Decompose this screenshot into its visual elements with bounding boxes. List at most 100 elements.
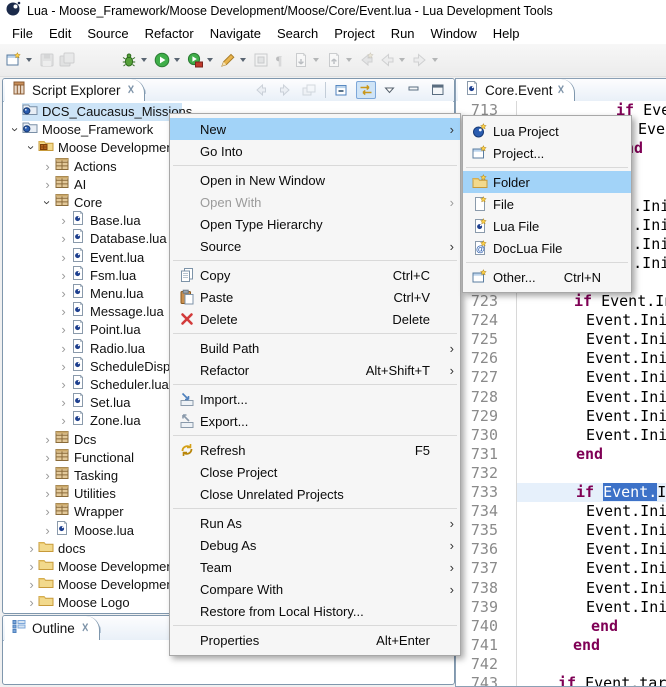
chevron-collapsed-icon[interactable]: › [41, 523, 54, 538]
menu-project[interactable]: Project [326, 24, 382, 43]
tree-item-label: Wrapper [74, 504, 124, 519]
chevron-collapsed-icon[interactable]: › [41, 468, 54, 483]
tab-script-explorer[interactable]: Script Explorer ☓ [5, 79, 145, 101]
context-menu-item-import[interactable]: Import... [170, 388, 460, 410]
import-icon [179, 391, 195, 407]
context-menu-item-team[interactable]: Team› [170, 556, 460, 578]
context-menu-item-run-as[interactable]: Run As› [170, 512, 460, 534]
chevron-collapsed-icon[interactable]: › [41, 177, 54, 192]
chevron-collapsed-icon[interactable]: › [57, 395, 70, 410]
luafile-icon [70, 356, 86, 372]
code-text: Event.IniCategory = Event.IniDCSUnit:get… [586, 598, 666, 617]
context-menu-item-go-into[interactable]: Go Into [170, 140, 460, 162]
view-menu-button[interactable] [380, 81, 400, 99]
pen-tool-button[interactable] [218, 48, 251, 72]
menu-run[interactable]: Run [383, 24, 423, 43]
debug-button[interactable] [119, 48, 152, 72]
chevron-collapsed-icon[interactable]: › [57, 213, 70, 228]
close-icon[interactable]: ☓ [128, 82, 135, 98]
menu-item-shortcut: Delete [392, 312, 430, 327]
menu-file[interactable]: File [4, 24, 41, 43]
maximize-button[interactable] [428, 81, 448, 99]
menu-edit[interactable]: Edit [41, 24, 79, 43]
external-tools-dropdown-icon[interactable] [207, 58, 213, 62]
context-menu-item-close-project[interactable]: Close Project [170, 461, 460, 483]
chevron-collapsed-icon[interactable]: › [25, 595, 38, 610]
new-submenu-item-other[interactable]: Other...Ctrl+N [463, 266, 631, 288]
context-menu-item-compare-with[interactable]: Compare With› [170, 578, 460, 600]
back-dropdown-icon[interactable] [399, 58, 405, 62]
run-dropdown-icon[interactable] [174, 58, 180, 62]
chevron-collapsed-icon[interactable]: › [57, 304, 70, 319]
new-wizard-button[interactable] [4, 48, 37, 72]
chevron-collapsed-icon[interactable]: › [57, 377, 70, 392]
context-menu-item-properties[interactable]: PropertiesAlt+Enter [170, 629, 460, 651]
chevron-collapsed-icon[interactable]: › [25, 559, 38, 574]
chevron-expanded-icon[interactable]: › [40, 196, 55, 209]
context-menu-item-open-type-hierarchy[interactable]: Open Type Hierarchy [170, 213, 460, 235]
chevron-collapsed-icon[interactable]: › [41, 504, 54, 519]
new-submenu-item-project[interactable]: Project... [463, 142, 631, 164]
forward-dropdown-icon[interactable] [432, 58, 438, 62]
context-menu-item-export[interactable]: Export... [170, 410, 460, 432]
debug-dropdown-icon[interactable] [141, 58, 147, 62]
tab-core-event[interactable]: Core.Event ☓ [458, 79, 575, 101]
menu-help[interactable]: Help [485, 24, 528, 43]
chevron-collapsed-icon[interactable]: › [41, 159, 54, 174]
chevron-collapsed-icon[interactable]: › [57, 322, 70, 337]
context-menu-item-delete[interactable]: DeleteDelete [170, 308, 460, 330]
context-menu-item-source[interactable]: Source› [170, 235, 460, 257]
pen-tool-dropdown-icon[interactable] [240, 58, 246, 62]
chevron-expanded-icon[interactable]: › [24, 141, 39, 154]
context-menu-item-paste[interactable]: PasteCtrl+V [170, 286, 460, 308]
new-submenu-item-folder[interactable]: Folder [463, 171, 631, 193]
context-menu-item-copy[interactable]: CopyCtrl+C [170, 264, 460, 286]
menu-separator [173, 625, 457, 626]
menu-search[interactable]: Search [269, 24, 326, 43]
chevron-expanded-icon[interactable]: › [8, 123, 23, 136]
link-with-editor-button[interactable] [356, 81, 376, 99]
chevron-collapsed-icon[interactable]: › [57, 250, 70, 265]
menu-navigate[interactable]: Navigate [202, 24, 269, 43]
menu-refactor[interactable]: Refactor [137, 24, 202, 43]
close-icon[interactable]: ☓ [82, 620, 89, 636]
context-menu-item-build-path[interactable]: Build Path› [170, 337, 460, 359]
new-submenu-item-file[interactable]: File [463, 193, 631, 215]
collapse-all-button[interactable] [332, 81, 352, 99]
minimize-button[interactable] [404, 81, 424, 99]
context-menu-item-new[interactable]: New› [170, 118, 460, 140]
menu-window[interactable]: Window [423, 24, 485, 43]
code-text: Event.IniUnit = UNIT:FindByName( Event.I… [586, 559, 666, 578]
menu-source[interactable]: Source [79, 24, 136, 43]
context-menu-item-open-in-new-window[interactable]: Open in New Window [170, 169, 460, 191]
new-submenu-item-doclua-file[interactable]: @DocLua File [463, 237, 631, 259]
chevron-collapsed-icon[interactable]: › [41, 486, 54, 501]
chevron-collapsed-icon[interactable]: › [57, 268, 70, 283]
previous-annotation-dropdown-icon[interactable] [346, 58, 352, 62]
tab-outline[interactable]: Outline ☓ [5, 616, 100, 640]
menu-item-label: Import... [200, 392, 442, 407]
chevron-collapsed-icon[interactable]: › [25, 577, 38, 592]
next-annotation-dropdown-icon[interactable] [313, 58, 319, 62]
context-menu-item-refactor[interactable]: RefactorAlt+Shift+T› [170, 359, 460, 381]
chevron-collapsed-icon[interactable]: › [41, 450, 54, 465]
code-text: Event.IniCoalition = Event.IniDCSUnit:ge… [586, 388, 666, 407]
new-wizard-dropdown-icon[interactable] [26, 58, 32, 62]
context-menu-item-refresh[interactable]: RefreshF5 [170, 439, 460, 461]
chevron-collapsed-icon[interactable]: › [57, 413, 70, 428]
run-button[interactable] [152, 48, 185, 72]
context-menu-item-debug-as[interactable]: Debug As› [170, 534, 460, 556]
chevron-collapsed-icon[interactable]: › [57, 231, 70, 246]
context-menu-item-close-unrelated-projects[interactable]: Close Unrelated Projects [170, 483, 460, 505]
code-text: if Event.IniObjectCategory == Object.Cat… [574, 292, 666, 311]
chevron-collapsed-icon[interactable]: › [57, 341, 70, 356]
new-submenu-item-lua-project[interactable]: Lua Project [463, 120, 631, 142]
chevron-collapsed-icon[interactable]: › [57, 286, 70, 301]
close-icon[interactable]: ☓ [558, 82, 565, 98]
chevron-collapsed-icon[interactable]: › [25, 541, 38, 556]
new-submenu-item-lua-file[interactable]: Lua File [463, 215, 631, 237]
chevron-collapsed-icon[interactable]: › [57, 359, 70, 374]
chevron-collapsed-icon[interactable]: › [41, 432, 54, 447]
external-tools-button[interactable] [185, 48, 218, 72]
context-menu-item-restore-from-local-history[interactable]: Restore from Local History... [170, 600, 460, 622]
